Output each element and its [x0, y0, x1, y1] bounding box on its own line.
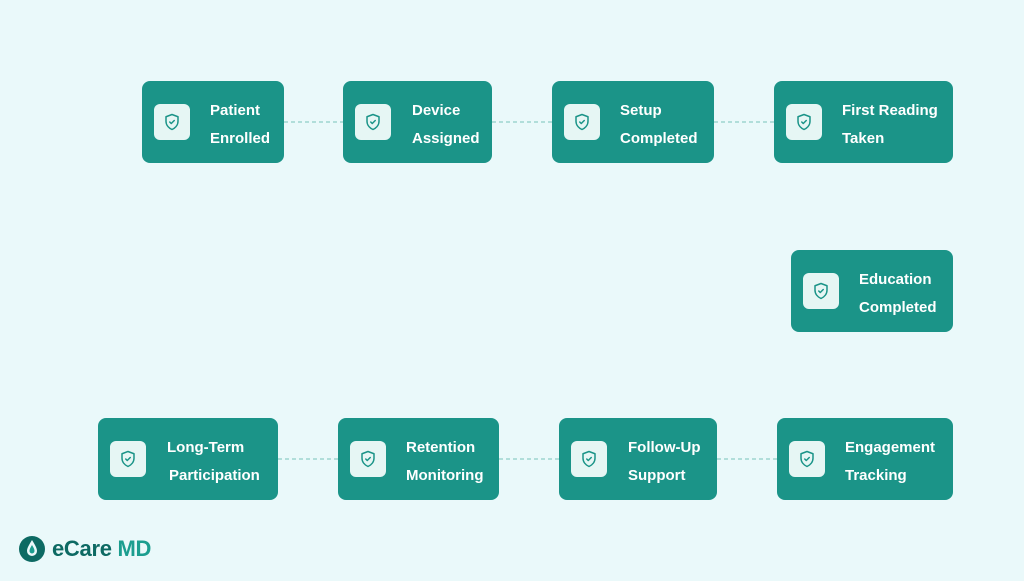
node-label: Long-Term Participation [167, 434, 260, 490]
node-setup-completed: Setup Completed [552, 81, 714, 163]
shield-check-icon [786, 104, 822, 140]
node-label: First Reading Taken [842, 97, 938, 153]
node-label-line2: Taken [842, 130, 885, 147]
node-first-reading-taken: First Reading Taken [774, 81, 953, 163]
node-label: Patient Enrolled [210, 97, 270, 153]
node-education-completed: Education Completed [791, 250, 953, 332]
brand-name: eCare MD [52, 536, 151, 562]
shield-check-icon [571, 441, 607, 477]
node-long-term-participation: Long-Term Participation [98, 418, 278, 500]
brand-name-suffix: MD [117, 536, 152, 561]
node-label-line2: Enrolled [210, 130, 271, 147]
node-label-line1: Device [412, 102, 461, 119]
shield-check-icon [789, 441, 825, 477]
node-label-line1: Setup [620, 102, 662, 119]
node-device-assigned: Device Assigned [343, 81, 492, 163]
brand-name-prefix: eCare [52, 536, 112, 561]
node-label-line2: Completed [620, 130, 698, 147]
shield-check-icon [355, 104, 391, 140]
node-label-line1: Long-Term [167, 439, 245, 456]
node-retention-monitoring: Retention Monitoring [338, 418, 499, 500]
node-label: Retention Monitoring [406, 434, 483, 490]
node-label-line1: Education [859, 271, 932, 288]
node-engagement-tracking: Engagement Tracking [777, 418, 953, 500]
node-label-line2: Support [628, 467, 686, 484]
shield-check-icon [154, 104, 190, 140]
node-label-line1: Engagement [845, 439, 936, 456]
node-label-line1: First Reading [842, 102, 938, 119]
node-label: Follow-Up Support [628, 434, 700, 490]
node-label-line1: Patient [210, 102, 261, 119]
node-label: Setup Completed [620, 97, 698, 153]
shield-check-icon [110, 441, 146, 477]
node-label: Engagement Tracking [845, 434, 935, 490]
flow-diagram: Patient Enrolled Device Assigned Setup C… [0, 0, 1024, 581]
shield-check-icon [803, 273, 839, 309]
shield-check-icon [350, 441, 386, 477]
node-label-line1: Follow-Up [628, 439, 701, 456]
node-label: Education Completed [859, 266, 937, 322]
node-label-line2: Participation [169, 467, 260, 484]
node-label-line1: Retention [406, 439, 476, 456]
shield-check-icon [564, 104, 600, 140]
node-label-line2: Assigned [412, 130, 480, 147]
node-label-line2: Tracking [845, 467, 907, 484]
brand-logo: eCare MD [18, 534, 151, 564]
node-label: Device Assigned [412, 97, 480, 153]
node-label-line2: Completed [859, 299, 937, 316]
node-follow-up-support: Follow-Up Support [559, 418, 717, 500]
droplet-logo-icon [19, 536, 45, 562]
node-patient-enrolled: Patient Enrolled [142, 81, 284, 163]
node-label-line2: Monitoring [406, 467, 484, 484]
